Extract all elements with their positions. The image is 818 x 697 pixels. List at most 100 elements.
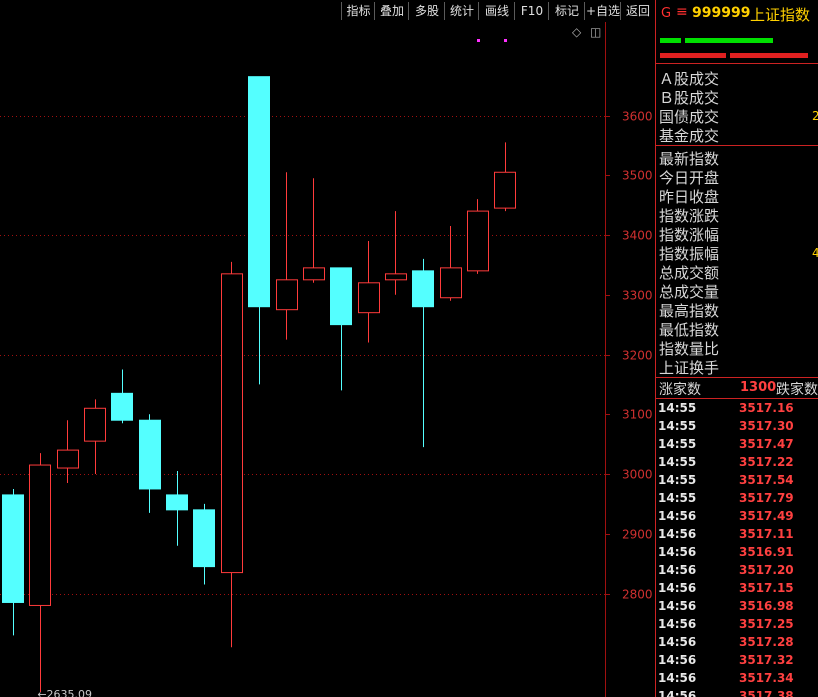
tick-row: 14:55 3517.16 bbox=[658, 401, 818, 419]
volume-bar-red-short bbox=[660, 53, 726, 58]
y-tick-label: 3200 bbox=[622, 349, 653, 363]
kline-chart-area[interactable]: 2800 2900 3000 3100 3200 3300 3400 3500 3600 ←263… bbox=[0, 22, 655, 697]
candle-up bbox=[358, 282, 380, 314]
menu-icon[interactable]: ≡ bbox=[676, 4, 688, 20]
candle-down bbox=[111, 392, 133, 421]
tick-price: 3517.34 bbox=[739, 671, 794, 685]
tick-row: 14:56 3517.32 bbox=[658, 653, 818, 671]
tick-row: 14:55 3517.47 bbox=[658, 437, 818, 455]
window-icon: ◫ bbox=[590, 25, 601, 39]
tick-price: 3517.11 bbox=[739, 527, 794, 541]
tick-price: 3517.20 bbox=[739, 563, 794, 577]
stat-value: 4 bbox=[812, 246, 818, 260]
signal-dot bbox=[504, 39, 507, 42]
volume-bar-green-long bbox=[685, 38, 773, 43]
tick-row: 14:56 3517.38 bbox=[658, 689, 818, 697]
candle-up bbox=[303, 267, 325, 281]
volume-bar-green-short bbox=[660, 38, 681, 43]
stat-label: 上证换手 bbox=[659, 359, 720, 377]
tick-time: 14:55 bbox=[658, 437, 697, 451]
toolbar-back-button[interactable]: 返回 bbox=[620, 2, 655, 20]
tick-row: 14:55 3517.22 bbox=[658, 455, 818, 473]
candle-up bbox=[494, 171, 516, 209]
tick-row: 14:56 3517.34 bbox=[658, 671, 818, 689]
stat-label: 国债成交 bbox=[659, 108, 720, 126]
tick-time: 14:55 bbox=[658, 419, 697, 433]
tick-row: 14:56 3517.20 bbox=[658, 563, 818, 581]
tick-price: 3517.32 bbox=[739, 653, 794, 667]
y-tick-label: 3000 bbox=[622, 468, 653, 482]
stock-code: 999999 bbox=[692, 5, 751, 21]
tick-row: 14:55 3517.30 bbox=[658, 419, 818, 437]
toolbar-f10-button[interactable]: F10 bbox=[514, 2, 549, 20]
tick-price: 3517.30 bbox=[739, 419, 794, 433]
volume-bar-red-long bbox=[730, 53, 808, 58]
tick-price: 3517.15 bbox=[739, 581, 794, 595]
y-tick-label: 3600 bbox=[622, 110, 653, 124]
signal-dot bbox=[477, 39, 480, 42]
toolbar-mark-button[interactable]: 标记 bbox=[548, 2, 585, 20]
candle-down bbox=[139, 419, 161, 490]
tick-time: 14:55 bbox=[658, 491, 697, 505]
tick-time: 14:55 bbox=[658, 401, 697, 415]
tick-row: 14:56 3517.15 bbox=[658, 581, 818, 599]
tick-price: 3517.49 bbox=[739, 509, 794, 523]
tick-row: 14:55 3517.54 bbox=[658, 473, 818, 491]
candle-down bbox=[166, 494, 188, 511]
candle-up bbox=[276, 279, 298, 311]
tick-row: 14:56 3516.98 bbox=[658, 599, 818, 617]
stat-label: 昨日收盘 bbox=[659, 188, 720, 206]
tick-row: 14:55 3517.79 bbox=[658, 491, 818, 509]
quote-panel: G ≡ 999999 上证指数 Ａ股成交Ｂ股成交国债成交 2 基金成交 最新指数今日… bbox=[655, 0, 818, 697]
tick-price: 3517.79 bbox=[739, 491, 794, 505]
advance-decline-row: 涨家数 1300 跌家数 bbox=[656, 378, 818, 398]
tick-time: 14:56 bbox=[658, 653, 697, 667]
y-tick-label: 2900 bbox=[622, 528, 653, 542]
candle-up bbox=[57, 449, 79, 469]
toolbar-indicator-button[interactable]: 指标 bbox=[341, 2, 375, 20]
y-tick-label: 3100 bbox=[622, 408, 653, 422]
toolbar-draw-line-button[interactable]: 画线 bbox=[478, 2, 515, 20]
stat-label: 最高指数 bbox=[659, 302, 720, 320]
toolbar-overlay-button[interactable]: 叠加 bbox=[374, 2, 409, 20]
candle-up bbox=[29, 464, 51, 606]
tick-price: 3516.98 bbox=[739, 599, 794, 613]
candle-up bbox=[84, 407, 106, 442]
candle-down bbox=[248, 76, 270, 308]
tick-time: 14:56 bbox=[658, 527, 697, 541]
tick-time: 14:56 bbox=[658, 671, 697, 685]
divider bbox=[656, 398, 818, 399]
candle-up bbox=[221, 273, 243, 574]
candlestick-chart[interactable]: 2800 2900 3000 3100 3200 3300 3400 3500 3600 ←263… bbox=[0, 22, 655, 697]
stat-label: 最新指数 bbox=[659, 150, 720, 168]
tick-time: 14:55 bbox=[658, 473, 697, 487]
advance-label: 涨家数 bbox=[659, 382, 701, 398]
tick-price: 3517.54 bbox=[739, 473, 794, 487]
tick-row: 14:56 3517.11 bbox=[658, 527, 818, 545]
tick-time: 14:56 bbox=[658, 635, 697, 649]
stock-name: 上证指数 bbox=[750, 6, 811, 24]
tick-time: 14:56 bbox=[658, 509, 697, 523]
advance-count: 1300 bbox=[740, 380, 777, 395]
stat-label: 总成交量 bbox=[659, 283, 720, 301]
group-g-icon[interactable]: G bbox=[661, 6, 671, 21]
tick-price: 3517.16 bbox=[739, 401, 794, 415]
tick-time: 14:56 bbox=[658, 545, 697, 559]
tick-time: 14:56 bbox=[658, 599, 697, 613]
stat-label: 总成交额 bbox=[659, 264, 720, 282]
tick-price: 3517.38 bbox=[739, 689, 794, 697]
toolbar-multi-stock-button[interactable]: 多股 bbox=[408, 2, 445, 20]
stat-label: Ａ股成交 bbox=[659, 70, 720, 88]
stat-label: 指数涨跌 bbox=[659, 207, 720, 225]
toolbar-statistics-button[interactable]: 统计 bbox=[444, 2, 479, 20]
y-tick-label: 3300 bbox=[622, 289, 653, 303]
low-price-label: ←2635.09 bbox=[37, 688, 92, 697]
stat-value: 2 bbox=[812, 109, 818, 123]
divider bbox=[656, 145, 818, 146]
decline-label: 跌家数 bbox=[776, 382, 818, 398]
tick-price: 3517.22 bbox=[739, 455, 794, 469]
tick-row: 14:56 3517.28 bbox=[658, 635, 818, 653]
candle-down bbox=[2, 494, 24, 603]
toolbar-add-watchlist-button[interactable]: +自选 bbox=[584, 2, 621, 20]
tick-price: 3517.47 bbox=[739, 437, 794, 451]
